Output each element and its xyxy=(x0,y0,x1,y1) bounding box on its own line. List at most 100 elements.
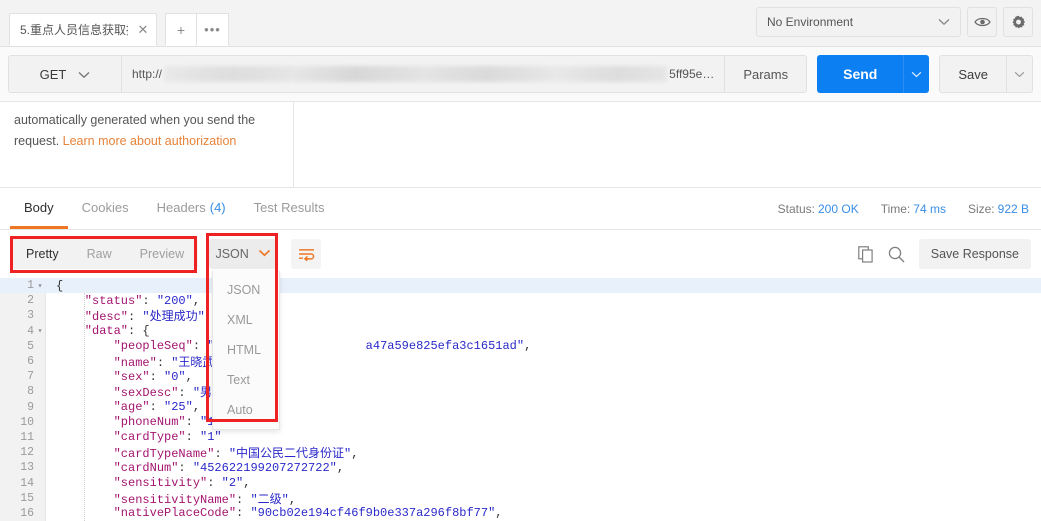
tab-body[interactable]: Body xyxy=(10,188,68,229)
send-options-caret-icon[interactable] xyxy=(903,55,930,93)
line-number: 16 xyxy=(20,506,34,520)
code-line-text: "cardType": "1" xyxy=(56,430,222,445)
auth-help-line2: request. xyxy=(14,133,63,148)
time-label: Time: xyxy=(880,201,911,216)
code-line: 2 "status": "200", xyxy=(0,293,1041,308)
time-metric: Time: 74 ms xyxy=(881,202,946,216)
search-icon[interactable] xyxy=(888,246,905,263)
status-value: 200 OK xyxy=(818,201,859,216)
view-mode-pretty[interactable]: Pretty xyxy=(12,239,73,269)
line-number: 6 xyxy=(27,355,34,369)
learn-more-authorization-link[interactable]: Learn more about authorization xyxy=(63,134,237,148)
chevron-down-icon xyxy=(78,67,90,82)
eye-icon[interactable] xyxy=(967,7,997,37)
line-number: 2 xyxy=(27,294,34,308)
code-line-text: "desc": "处理成功", xyxy=(56,310,213,325)
headers-count-badge: (4) xyxy=(209,199,226,215)
line-number: 11 xyxy=(20,430,34,444)
tab-more-button[interactable]: ••• xyxy=(197,13,229,46)
url-bar: GET http:// 5ff95e… Params Send Save xyxy=(0,47,1041,102)
word-wrap-icon[interactable] xyxy=(291,239,322,269)
http-method-select[interactable]: GET xyxy=(8,55,121,93)
code-line-text: "phoneNum": "15 xyxy=(56,415,222,430)
code-line-text: "age": "25", xyxy=(56,400,201,415)
format-option-text[interactable]: Text xyxy=(213,365,279,395)
code-line: 7 "sex": "0", xyxy=(0,369,1041,384)
code-line: 16 "nativePlaceCode": "90cb02e194cf46f9b… xyxy=(0,506,1041,521)
http-method-label: GET xyxy=(39,66,67,82)
code-line-text: "data": { xyxy=(56,324,150,339)
code-lines: 1 ▾{2 "status": "200", 3 "desc": "处理成功", 4 ▾… xyxy=(0,278,1041,521)
view-mode-raw[interactable]: Raw xyxy=(73,239,126,269)
environment-zone: No Environment xyxy=(756,7,1033,37)
line-number: 7 xyxy=(27,370,34,384)
environment-select-label: No Environment xyxy=(767,15,854,29)
gear-icon[interactable] xyxy=(1003,7,1033,37)
response-body-code[interactable]: 1 ▾{2 "status": "200", 3 "desc": "处理成功", 4 ▾… xyxy=(0,278,1041,521)
tab-test-results-label: Test Results xyxy=(253,199,325,215)
code-line-text: "name": "王晓武", xyxy=(56,356,229,371)
line-number: 3 xyxy=(27,309,34,323)
close-icon[interactable]: ✕ xyxy=(136,23,150,37)
url-blurred-region xyxy=(164,66,668,82)
authorization-help-text: automatically generated when you send th… xyxy=(0,102,294,187)
code-line-text: "sensitivityName": "二级", xyxy=(56,492,297,507)
chevron-down-icon xyxy=(258,248,271,260)
view-mode-preview[interactable]: Preview xyxy=(126,239,198,269)
tab-strip: 5.重点人员信息获取接口 ✕ + ••• No Environment xyxy=(0,0,1041,47)
code-line: 4 ▾ "data": { xyxy=(0,324,1041,339)
request-tab[interactable]: 5.重点人员信息获取接口 ✕ xyxy=(9,13,157,46)
url-prefix-text: http:// xyxy=(132,67,163,81)
response-view-toolbar: Pretty Raw Preview JSON Save Response xyxy=(0,230,1041,278)
format-option-auto[interactable]: Auto xyxy=(213,395,279,425)
authorization-panel: automatically generated when you send th… xyxy=(0,102,1041,188)
code-line-text: { xyxy=(56,278,64,293)
tab-headers[interactable]: Headers (4) xyxy=(143,188,240,229)
postman-window: 5.重点人员信息获取接口 ✕ + ••• No Environment xyxy=(0,0,1041,521)
save-options-caret-icon[interactable] xyxy=(1007,55,1033,93)
tab-test-results[interactable]: Test Results xyxy=(240,188,339,229)
tab-headers-label: Headers xyxy=(156,199,206,215)
line-number: 10 xyxy=(20,415,34,429)
copy-icon[interactable] xyxy=(857,245,874,263)
save-group: Save xyxy=(939,55,1033,93)
response-tabs: Body Cookies Headers (4) Test Results St… xyxy=(0,188,1041,230)
status-metric: Status: 200 OK xyxy=(778,202,859,216)
send-button[interactable]: Send xyxy=(817,55,904,93)
line-number: 14 xyxy=(20,476,34,490)
response-format-select[interactable]: JSON xyxy=(209,239,278,269)
code-line-text: "cardNum": "452622199207272722", xyxy=(56,460,345,475)
code-line-text: "peopleSeq": "1 a47a59e825efa3c1651ad", xyxy=(56,339,532,354)
line-number: 12 xyxy=(20,446,34,460)
response-format-label: JSON xyxy=(215,247,249,261)
new-tab-button[interactable]: + xyxy=(165,13,197,46)
view-mode-switcher: Pretty Raw Preview xyxy=(12,239,199,269)
code-line: 14 "sensitivity": "2", xyxy=(0,475,1041,490)
code-line-text: "cardTypeName": "中国公民二代身份证", xyxy=(56,447,359,462)
format-option-json[interactable]: JSON xyxy=(213,275,279,305)
code-line: 12 "cardTypeName": "中国公民二代身份证", xyxy=(0,445,1041,462)
save-button[interactable]: Save xyxy=(939,55,1007,93)
line-number: 8 xyxy=(27,385,34,399)
environment-select[interactable]: No Environment xyxy=(756,7,961,37)
format-option-html[interactable]: HTML xyxy=(213,335,279,365)
tab-cookies[interactable]: Cookies xyxy=(68,188,143,229)
fold-arrow-icon[interactable]: ▾ xyxy=(34,281,46,291)
chevron-down-icon xyxy=(938,15,950,29)
response-toolbar-right: Save Response xyxy=(857,239,1031,269)
response-meta: Status: 200 OK Time: 74 ms Size: 922 B xyxy=(778,188,1029,229)
code-line-text: "sex": "0", xyxy=(56,369,193,384)
fold-arrow-icon[interactable]: ▾ xyxy=(34,326,46,336)
params-button[interactable]: Params xyxy=(725,55,808,93)
line-number: 4 xyxy=(27,324,34,338)
request-tab-title: 5.重点人员信息获取接口 xyxy=(20,23,128,37)
code-line: 11 "cardType": "1" xyxy=(0,430,1041,445)
save-response-button[interactable]: Save Response xyxy=(918,239,1031,269)
url-input[interactable]: http:// 5ff95e… xyxy=(121,55,726,93)
response-format-menu: JSON XML HTML Text Auto xyxy=(212,271,280,430)
time-value: 74 ms xyxy=(913,201,946,216)
format-option-xml[interactable]: XML xyxy=(213,305,279,335)
authorization-detail-area xyxy=(294,102,1041,187)
code-line: 13 "cardNum": "452622199207272722", xyxy=(0,460,1041,475)
status-label: Status: xyxy=(777,201,815,216)
